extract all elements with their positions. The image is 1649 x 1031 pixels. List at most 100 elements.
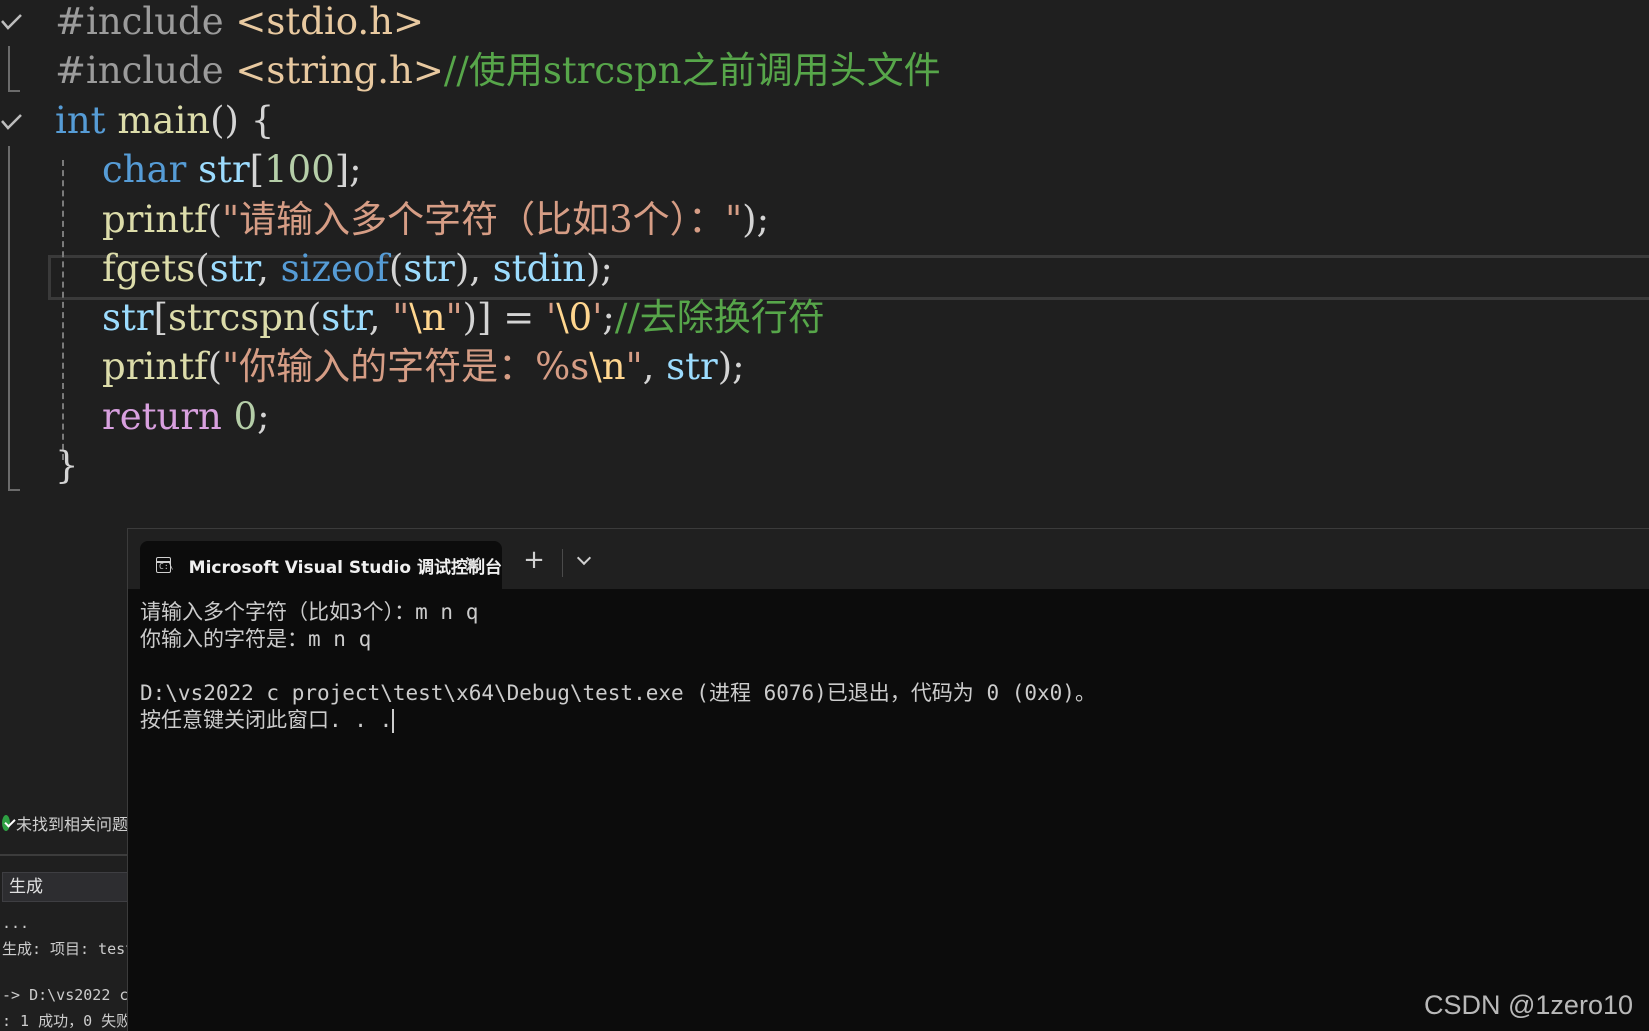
issues-status-text: 未找到相关问题 xyxy=(15,815,128,834)
code-token-escape: \n xyxy=(409,296,446,339)
code-line[interactable]: printf("请输入多个字符（比如3个）："); xyxy=(55,198,769,250)
code-token-number: 100 xyxy=(264,148,335,191)
code-line[interactable]: str[strcspn(str, "\n")] = '\0';//去除换行符 xyxy=(55,296,825,348)
code-token-comment: //去除换行符 xyxy=(614,296,825,339)
code-token-comment: //使用strcspn之前调用头文件 xyxy=(443,49,941,92)
code-token-string: " xyxy=(445,296,463,339)
code-token-plain: } xyxy=(55,444,79,487)
code-token-string: %s xyxy=(535,345,590,388)
panel-divider xyxy=(0,854,128,856)
console-tab-bar: C:\ Microsoft Visual Studio 调试控制台 + xyxy=(128,529,1649,589)
close-icon[interactable] xyxy=(464,555,482,573)
console-tab-title: Microsoft Visual Studio 调试控制台 xyxy=(188,557,502,578)
code-token-keyword: char xyxy=(102,148,187,191)
code-token-string: " xyxy=(392,296,410,339)
code-token-keyword: sizeof xyxy=(280,247,389,290)
code-token-plain: ); xyxy=(717,345,745,388)
code-token-variable: str xyxy=(666,345,718,388)
code-line[interactable]: fgets(str, sizeof(str), stdin); xyxy=(55,247,613,299)
fold-bracket-line xyxy=(8,146,10,491)
output-line: 生成: 项目: test xyxy=(2,940,128,958)
output-panel: 未找到相关问题 生成 ... 生成: 项目: test -> D:\vs2022… xyxy=(0,810,128,1031)
console-line: D:\vs2022 c project\test\x64\Debug\test.… xyxy=(140,681,1096,705)
code-token-plain: ( xyxy=(306,296,322,339)
code-token-plain: [ xyxy=(153,296,169,339)
code-token-variable: str xyxy=(198,148,250,191)
code-token-function: main xyxy=(117,99,211,142)
success-check-icon xyxy=(2,815,10,831)
code-editor[interactable]: #include <stdio.h> #include <string.h>//使… xyxy=(0,0,1649,540)
code-token-string: ' xyxy=(592,296,603,339)
console-tab[interactable]: C:\ Microsoft Visual Studio 调试控制台 xyxy=(140,541,502,589)
console-line: 请输入多个字符（比如3个）：m n q xyxy=(140,600,479,624)
code-line[interactable]: } xyxy=(55,444,79,496)
code-token-string: " xyxy=(625,345,643,388)
code-token-function: fgets xyxy=(102,247,196,290)
code-token-plain: [ xyxy=(249,148,265,191)
code-token-escape: \0 xyxy=(556,296,593,339)
fold-bracket-line xyxy=(8,90,20,92)
output-line: -> D:\vs2022 c xyxy=(2,986,128,1004)
fold-collapse-icon[interactable] xyxy=(0,12,24,32)
code-token-string: "你输入的字符是： xyxy=(222,345,536,388)
fold-bracket-line xyxy=(8,489,20,491)
watermark: CSDN @1zero10 xyxy=(1424,990,1633,1020)
code-token-control: return xyxy=(102,395,222,438)
code-token-number: 0 xyxy=(233,395,258,438)
code-token-function: strcspn xyxy=(168,296,307,339)
code-token-variable: str xyxy=(403,247,455,290)
fold-collapse-icon[interactable] xyxy=(0,112,24,132)
code-token-plain: )] = xyxy=(462,296,547,339)
code-token-directive: #include xyxy=(55,49,236,92)
code-token-plain: ), xyxy=(454,247,493,290)
code-token-plain: () { xyxy=(210,99,275,142)
code-token-plain: ; xyxy=(257,395,270,438)
code-token-plain: , xyxy=(368,296,393,339)
issues-status[interactable]: 未找到相关问题 xyxy=(0,810,128,836)
code-token-plain: ( xyxy=(207,345,223,388)
code-token-variable: str xyxy=(321,296,369,339)
new-tab-button[interactable]: + xyxy=(514,545,554,577)
code-token-variable: stdin xyxy=(492,247,586,290)
screen: #include <stdio.h> #include <string.h>//使… xyxy=(0,0,1649,1031)
code-token-string: ' xyxy=(546,296,557,339)
code-token-variable: str xyxy=(209,247,258,290)
code-token-plain: , xyxy=(642,345,667,388)
code-token-plain: ( xyxy=(195,247,210,290)
code-line[interactable]: #include <string.h>//使用strcspn之前调用头文件 xyxy=(55,49,941,101)
code-token-plain: ); xyxy=(742,198,770,241)
code-token-function: printf xyxy=(102,345,208,388)
code-line[interactable]: #include <stdio.h> xyxy=(55,0,424,52)
code-token-plain: ; xyxy=(602,296,615,339)
code-line[interactable]: return 0; xyxy=(55,395,270,447)
chevron-down-icon[interactable] xyxy=(574,551,596,573)
code-token-keyword: int xyxy=(55,99,106,142)
console-line: 按任意键关闭此窗口. . . xyxy=(140,707,1096,734)
code-token-plain: ( xyxy=(207,198,223,241)
code-line[interactable]: int main() { xyxy=(55,99,274,151)
code-token-plain: ]; xyxy=(334,148,362,191)
code-line[interactable]: printf("你输入的字符是：%s\n", str); xyxy=(55,345,745,397)
code-line[interactable]: char str[100]; xyxy=(55,148,362,200)
debug-console-window: C:\ Microsoft Visual Studio 调试控制台 + 请输入多… xyxy=(127,528,1649,1031)
terminal-icon: C:\ xyxy=(156,557,173,573)
fold-bracket-line xyxy=(8,46,10,92)
output-line: ... xyxy=(2,914,30,932)
code-token-directive: #include xyxy=(55,0,236,43)
code-token-plain: ( xyxy=(388,247,404,290)
code-token-plain: , xyxy=(257,247,281,290)
output-source-select[interactable]: 生成 xyxy=(2,872,128,902)
console-output[interactable]: 请输入多个字符（比如3个）：m n q 你输入的字符是：m n q D:\vs2… xyxy=(140,599,1096,734)
code-token-string: "请输入多个字符（比如3个）：" xyxy=(222,198,743,241)
console-line-text: 按任意键关闭此窗口. . . xyxy=(140,708,393,732)
code-token-header: <string.h> xyxy=(235,49,444,92)
code-token-plain: ); xyxy=(586,247,613,290)
